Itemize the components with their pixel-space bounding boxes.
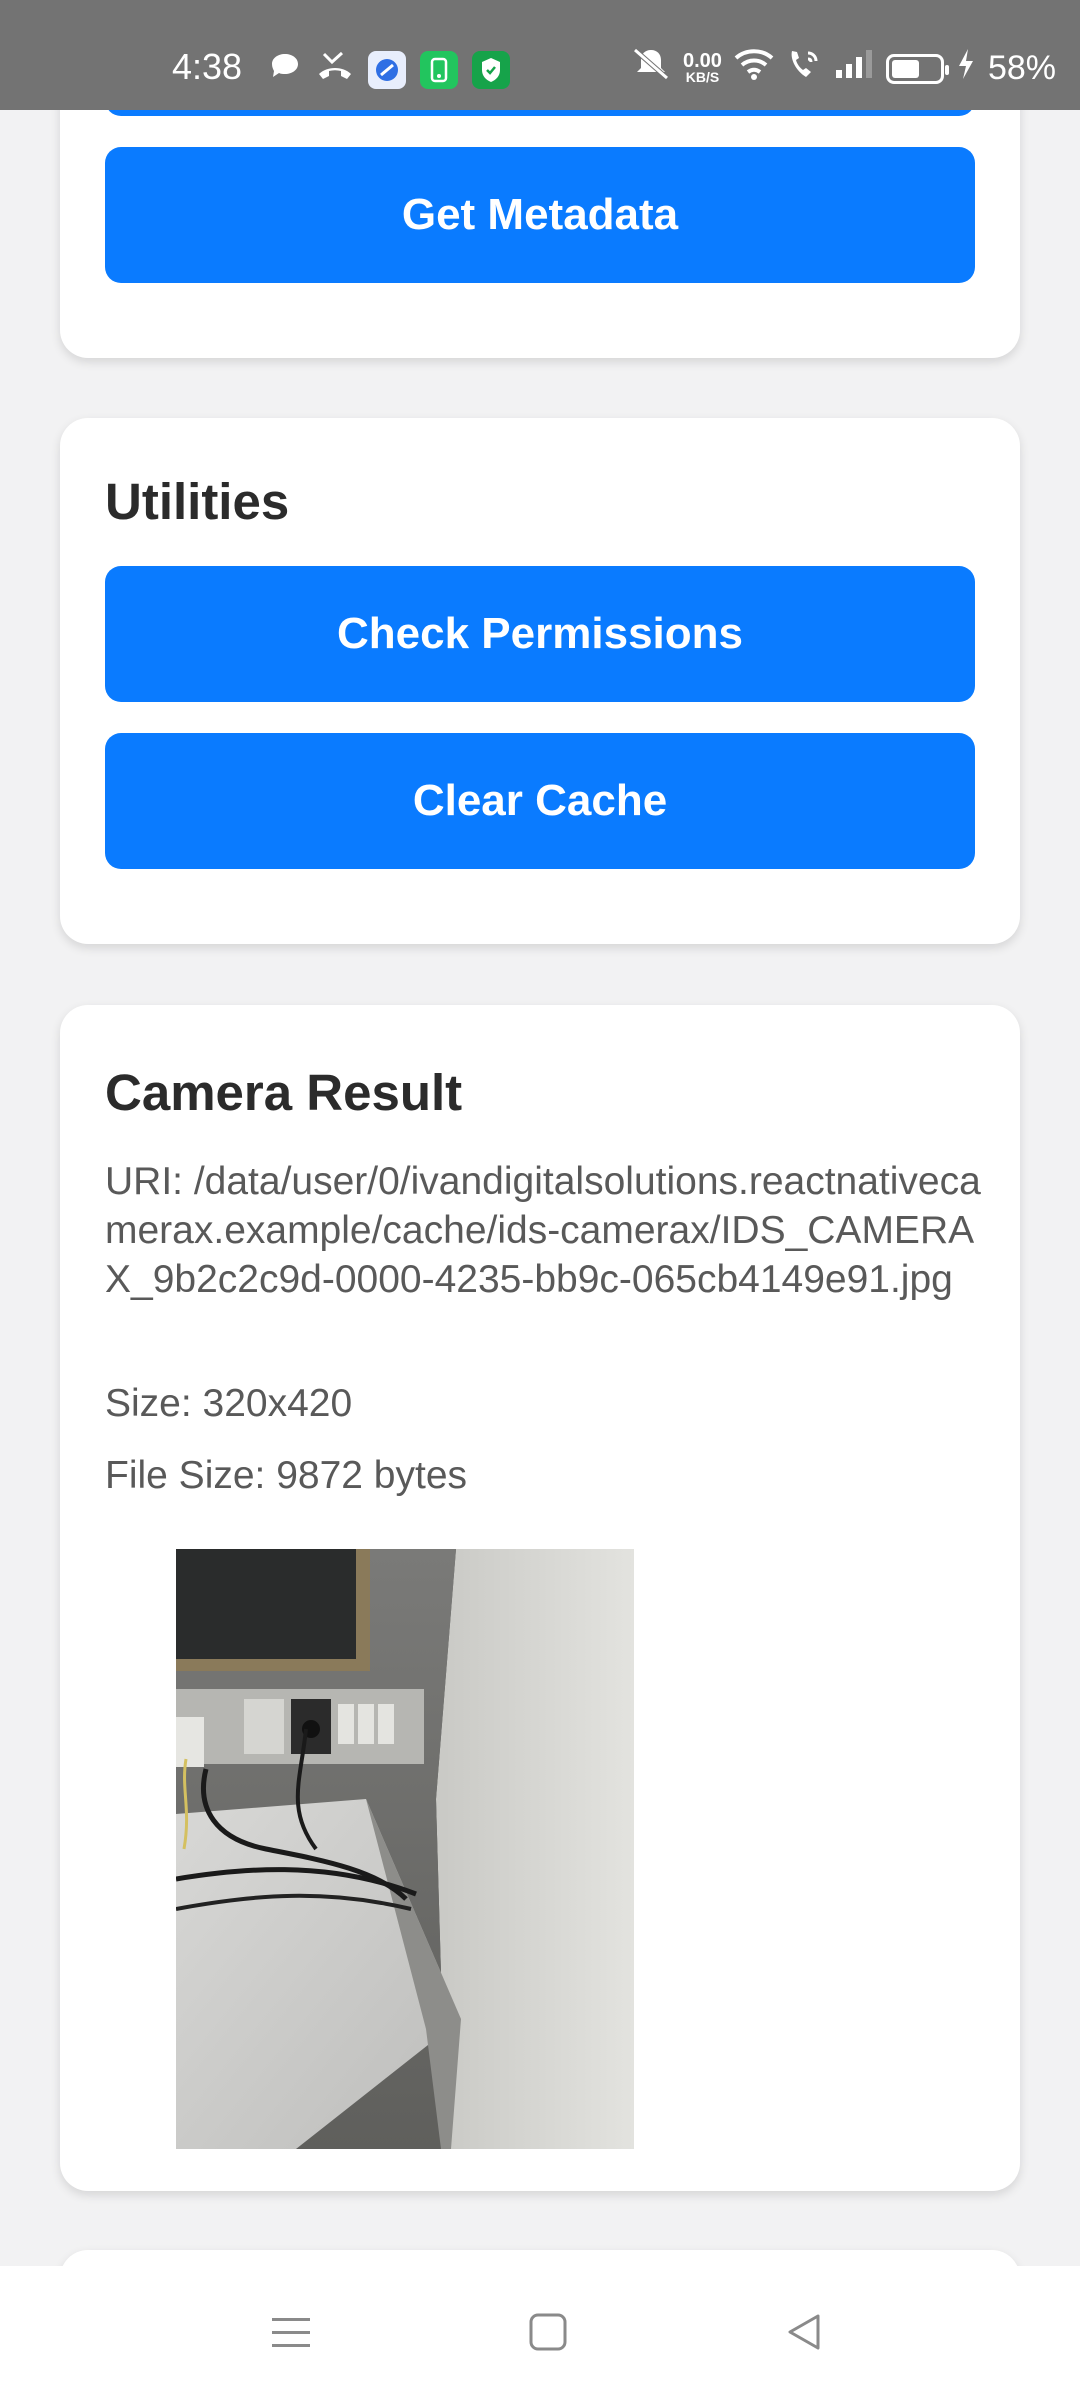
- wifi-call-icon: [786, 47, 822, 90]
- shield-app-icon: [472, 50, 510, 89]
- chat-bubble-icon: [268, 50, 302, 89]
- status-bar: 4:38 0.00 KB/S 58%: [0, 0, 1080, 110]
- check-permissions-button[interactable]: Check Permissions: [105, 566, 975, 702]
- battery-percent: 58%: [987, 49, 1056, 87]
- uri-text: URI: /data/user/0/ivandigitalsolutions.r…: [105, 1160, 981, 1301]
- missed-call-icon: [316, 50, 354, 89]
- net-speed: 0.00 KB/S: [683, 49, 722, 85]
- size-text: Size: 320x420: [105, 1382, 353, 1425]
- net-speed-unit: KB/S: [685, 68, 720, 85]
- captured-photo: [176, 1549, 634, 2149]
- utilities-title: Utilities: [105, 473, 290, 530]
- mute-icon: [631, 46, 671, 91]
- back-icon[interactable]: [784, 2312, 824, 2357]
- notification-icons: [268, 50, 510, 89]
- net-speed-value: 0.00: [683, 49, 722, 72]
- app-green-icon: [420, 50, 458, 89]
- charging-icon: [956, 47, 976, 90]
- wifi-icon: [734, 48, 774, 89]
- status-right-group: 0.00 KB/S 58%: [631, 46, 1056, 91]
- app-blue-icon: [368, 50, 406, 89]
- file-size-text: File Size: 9872 bytes: [105, 1454, 468, 1497]
- signal-icon: [834, 48, 874, 89]
- camera-result-title: Camera Result: [105, 1064, 463, 1121]
- home-icon[interactable]: [528, 2312, 568, 2357]
- camera-result-card: Camera Result URI: /data/user/0/ivandigi…: [60, 1005, 1020, 2191]
- battery-icon: [885, 53, 949, 84]
- menu-icon[interactable]: [270, 2314, 312, 2357]
- battery-fill: [891, 59, 919, 78]
- status-time: 4:38: [172, 46, 243, 87]
- utilities-card: Utilities Check Permissions Clear Cache: [60, 418, 1020, 944]
- clear-cache-button[interactable]: Clear Cache: [105, 733, 975, 869]
- get-metadata-button[interactable]: Get Metadata: [105, 147, 975, 283]
- navigation-bar: [0, 2266, 1080, 2400]
